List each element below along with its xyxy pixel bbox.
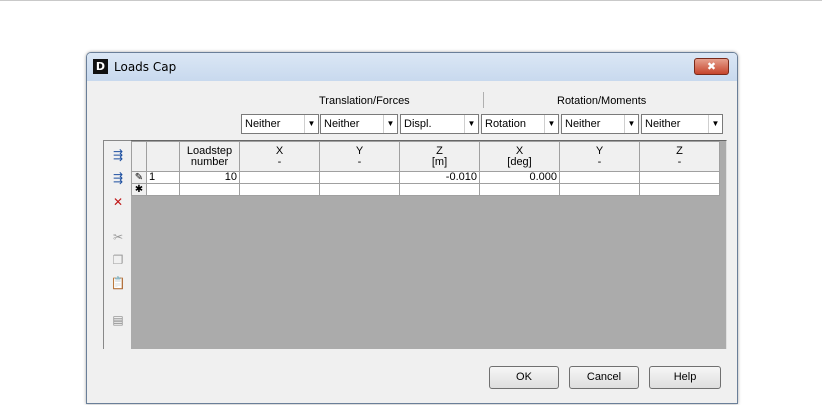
cell-rotation-x[interactable]: 0.000 — [479, 171, 560, 184]
translation-z-value: Displ. — [404, 118, 432, 130]
cell-loadstep[interactable] — [179, 183, 240, 196]
row-id — [146, 183, 180, 196]
new-row-icon[interactable]: ✱ — [131, 183, 147, 196]
copy-icon[interactable]: ❐ — [108, 251, 128, 269]
column-header-rotation-x[interactable]: X [deg] — [479, 141, 560, 172]
header-row: Loadstep number X- Y- Z [m] X [deg] Y- Z- — [131, 141, 720, 172]
grid-toolbar: ⇶ ⇶ ✕ ✂ ❐ 📋 ▤ — [103, 140, 131, 349]
row-id: 1 — [146, 171, 180, 184]
cell-translation-z[interactable] — [399, 183, 480, 196]
table-row: ✎ 1 10 -0.010 0.000 — [131, 171, 720, 184]
title-bar[interactable]: D Loads Cap ✖ — [87, 53, 737, 81]
translation-y-select[interactable]: Neither ▼ — [320, 114, 398, 134]
paste-icon[interactable]: 📋 — [108, 274, 128, 292]
translation-x-select[interactable]: Neither ▼ — [241, 114, 319, 134]
dropdown-arrow-icon: ▼ — [383, 115, 397, 133]
rotation-z-value: Neither — [645, 118, 681, 130]
loads-cap-dialog: D Loads Cap ✖ Translation/Forces Rotatio… — [86, 52, 738, 404]
column-header-translation-x[interactable]: X- — [239, 141, 320, 172]
help-button[interactable]: Help — [649, 366, 721, 389]
edit-row-icon[interactable]: ✎ — [131, 171, 147, 184]
rotation-x-value: Rotation — [485, 118, 526, 130]
translation-forces-label: Translation/Forces — [319, 95, 410, 107]
cancel-button[interactable]: Cancel — [569, 366, 639, 389]
rotation-x-select[interactable]: Rotation ▼ — [481, 114, 559, 134]
insert-row-icon[interactable]: ⇶ — [108, 146, 128, 164]
group-separator — [483, 92, 484, 108]
dropdown-arrow-icon: ▼ — [464, 115, 478, 133]
dropdown-arrow-icon: ▼ — [624, 115, 638, 133]
cell-translation-x[interactable] — [239, 171, 320, 184]
close-button[interactable]: ✖ — [694, 58, 729, 75]
column-header-translation-y[interactable]: Y- — [319, 141, 400, 172]
ok-button[interactable]: OK — [489, 366, 559, 389]
window-title: Loads Cap — [114, 60, 177, 74]
cell-translation-y[interactable] — [319, 171, 400, 184]
loads-grid[interactable]: Loadstep number X- Y- Z [m] X [deg] Y- Z- ✎… — [131, 140, 727, 349]
dropdown-arrow-icon: ▼ — [304, 115, 318, 133]
cell-rotation-z[interactable] — [639, 183, 720, 196]
translation-z-select[interactable]: Displ. ▼ — [400, 114, 479, 134]
translation-x-value: Neither — [245, 118, 281, 130]
cell-translation-y[interactable] — [319, 183, 400, 196]
corner-cell — [131, 141, 147, 172]
table-row: ✱ — [131, 183, 720, 196]
rotation-y-select[interactable]: Neither ▼ — [561, 114, 639, 134]
cell-rotation-y[interactable] — [559, 171, 640, 184]
dropdown-arrow-icon: ▼ — [708, 115, 722, 133]
cell-rotation-y[interactable] — [559, 183, 640, 196]
cell-rotation-z[interactable] — [639, 171, 720, 184]
app-icon: D — [93, 59, 108, 74]
rotation-z-select[interactable]: Neither ▼ — [641, 114, 723, 134]
cell-translation-z[interactable]: -0.010 — [399, 171, 480, 184]
append-row-icon[interactable]: ⇶ — [108, 169, 128, 187]
top-divider — [0, 0, 822, 1]
row-number-header — [146, 141, 180, 172]
translation-y-value: Neither — [324, 118, 360, 130]
dropdown-arrow-icon: ▼ — [544, 115, 558, 133]
loads-table: Loadstep number X- Y- Z [m] X [deg] Y- Z- ✎… — [131, 141, 720, 196]
cell-rotation-x[interactable] — [479, 183, 560, 196]
cell-translation-x[interactable] — [239, 183, 320, 196]
column-header-rotation-y[interactable]: Y- — [559, 141, 640, 172]
cut-icon[interactable]: ✂ — [108, 228, 128, 246]
column-header-rotation-z[interactable]: Z- — [639, 141, 720, 172]
delete-row-icon[interactable]: ✕ — [108, 193, 128, 211]
rotation-y-value: Neither — [565, 118, 601, 130]
rotation-moments-label: Rotation/Moments — [557, 95, 647, 107]
column-header-translation-z[interactable]: Z [m] — [399, 141, 480, 172]
cell-loadstep[interactable]: 10 — [179, 171, 240, 184]
fill-icon[interactable]: ▤ — [108, 311, 128, 329]
column-header-loadstep[interactable]: Loadstep number — [179, 141, 240, 172]
